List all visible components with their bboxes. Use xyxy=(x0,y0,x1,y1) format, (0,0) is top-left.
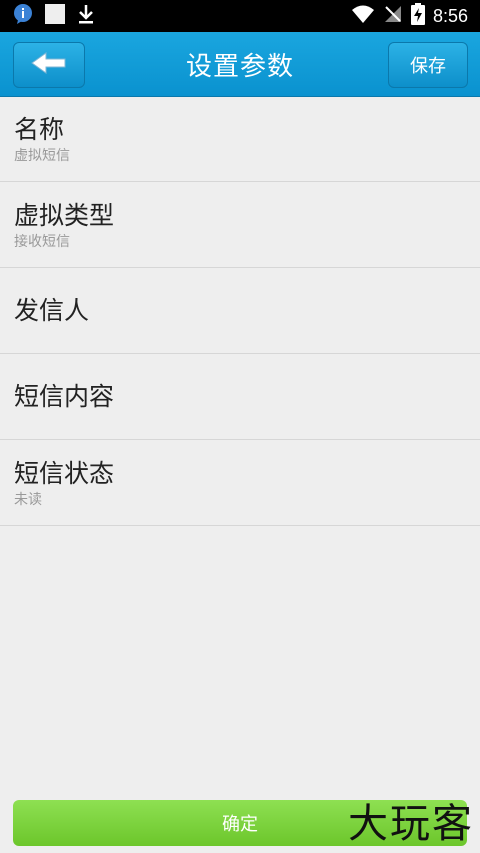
setting-row-name[interactable]: 名称 虚拟短信 xyxy=(0,96,480,182)
page-title: 设置参数 xyxy=(185,51,294,82)
setting-value: 接收短信 xyxy=(14,233,70,250)
clock-time: 8:56 xyxy=(432,5,468,26)
watermark: 大玩客 xyxy=(348,801,474,847)
setting-title: 名称 xyxy=(14,114,65,144)
setting-title: 发信人 xyxy=(14,295,90,325)
settings-list: 名称 虚拟短信 虚拟类型 接收短信 发信人 短信内容 短信状态 未读 xyxy=(0,96,480,526)
save-button[interactable]: 保存 xyxy=(388,42,468,88)
image-notification-icon xyxy=(44,3,66,29)
setting-row-content[interactable]: 短信内容 xyxy=(0,354,480,440)
arrow-left-icon xyxy=(30,51,68,79)
no-signal-icon xyxy=(383,4,403,28)
setting-title: 短信内容 xyxy=(14,381,115,411)
app-bar: 设置参数 保存 xyxy=(0,32,480,96)
setting-value: 虚拟短信 xyxy=(14,147,70,164)
status-bar: 8:56 xyxy=(0,0,480,32)
back-button[interactable] xyxy=(13,42,85,88)
setting-row-status[interactable]: 短信状态 未读 xyxy=(0,440,480,526)
chat-notification-icon xyxy=(12,3,34,29)
setting-title: 短信状态 xyxy=(14,458,115,488)
setting-row-sender[interactable]: 发信人 xyxy=(0,268,480,354)
wifi-icon xyxy=(351,4,375,28)
setting-title: 虚拟类型 xyxy=(14,200,115,230)
setting-value: 未读 xyxy=(14,491,42,508)
download-icon xyxy=(76,3,96,29)
setting-row-type[interactable]: 虚拟类型 接收短信 xyxy=(0,182,480,268)
battery-charging-icon xyxy=(410,3,425,29)
